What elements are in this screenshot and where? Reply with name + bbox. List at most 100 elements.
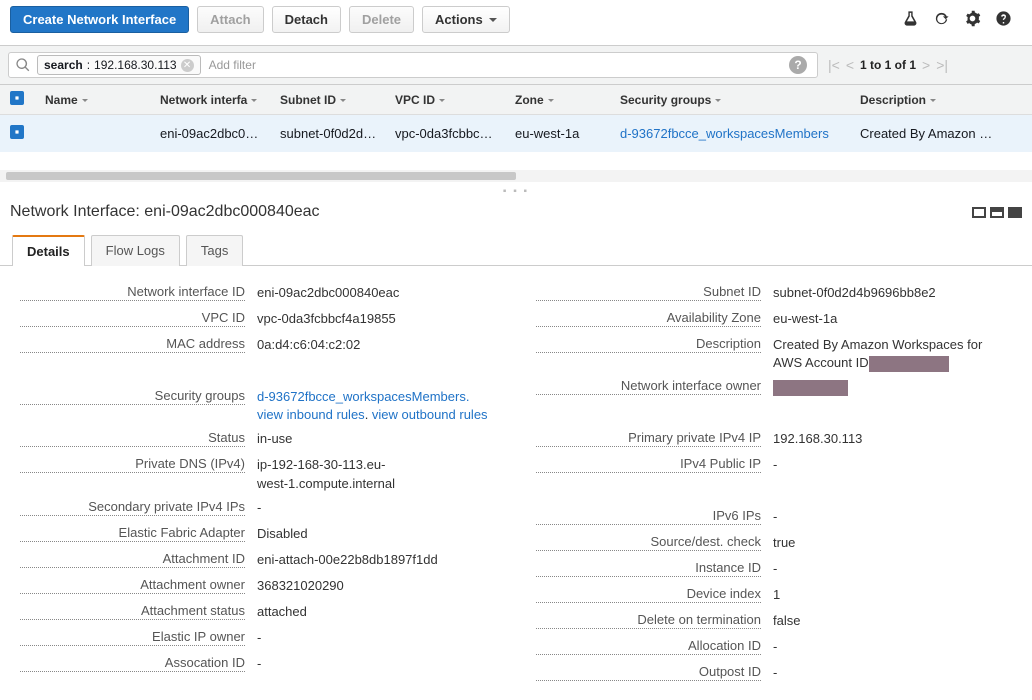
filter-chip-value: 192.168.30.113 xyxy=(94,58,177,72)
l-devidx: Device index xyxy=(536,586,761,603)
redacted-account xyxy=(869,356,949,372)
v-subnet: subnet-0f0d2d4b9696bb8e2 xyxy=(761,284,1012,304)
tab-details[interactable]: Details xyxy=(12,235,85,266)
refresh-icon[interactable] xyxy=(933,10,950,30)
l-eip-owner: Elastic IP owner xyxy=(20,629,245,646)
row-sg-link[interactable]: d-93672fbcce_workspacesMembers xyxy=(620,126,829,141)
table-header: Name Network interfa Subnet ID VPC ID Zo… xyxy=(0,85,1032,115)
v-devidx: 1 xyxy=(761,586,1012,606)
header-eni[interactable]: Network interfa xyxy=(160,93,280,107)
l-eni-id: Network interface ID xyxy=(20,284,245,301)
tab-flowlogs[interactable]: Flow Logs xyxy=(91,235,180,266)
l-vpc: VPC ID xyxy=(20,310,245,327)
v-assoc-id: - xyxy=(245,655,496,675)
flask-icon[interactable] xyxy=(902,10,919,30)
l-subnet: Subnet ID xyxy=(536,284,761,301)
table-row[interactable]: eni-09ac2dbc0… subnet-0f0d2d… vpc-0da3fc… xyxy=(0,115,1032,152)
sg-name-link[interactable]: d-93672fbcce_workspacesMembers. xyxy=(257,389,469,404)
v-delterm: false xyxy=(761,612,1012,632)
create-eni-button[interactable]: Create Network Interface xyxy=(10,6,189,33)
v-pubip: - xyxy=(761,456,1012,476)
v-efa: Disabled xyxy=(245,525,496,545)
pager-info: 1 to 1 of 1 xyxy=(860,58,916,72)
filter-bar: search : 192.168.30.113 ✕ Add filter ? |… xyxy=(0,45,1032,85)
v-mac: 0a:d4:c6:04:c2:02 xyxy=(245,336,496,356)
header-zone[interactable]: Zone xyxy=(515,93,620,107)
detail-left: Network interface IDeni-09ac2dbc000840ea… xyxy=(20,284,496,690)
l-delterm: Delete on termination xyxy=(536,612,761,629)
l-efa: Elastic Fabric Adapter xyxy=(20,525,245,542)
header-check[interactable] xyxy=(10,91,45,108)
filter-input[interactable]: search : 192.168.30.113 ✕ Add filter ? xyxy=(8,52,818,78)
row-sg: d-93672fbcce_workspacesMembers xyxy=(620,126,860,141)
filter-chip-remove[interactable]: ✕ xyxy=(181,59,194,72)
panel-max-icon[interactable] xyxy=(1008,207,1022,218)
pager-next[interactable]: > xyxy=(922,57,930,73)
v-inst: - xyxy=(761,560,1012,580)
pager-last[interactable]: >| xyxy=(936,57,948,73)
toolbar: Create Network Interface Attach Detach D… xyxy=(0,0,1032,45)
l-status: Status xyxy=(20,430,245,447)
header-desc[interactable]: Description xyxy=(860,93,1022,107)
splitter-handle[interactable]: ▪ ▪ ▪ xyxy=(0,186,1032,197)
header-sg[interactable]: Security groups xyxy=(620,93,860,107)
sg-outbound-link[interactable]: view outbound rules xyxy=(372,407,488,422)
tabs: Details Flow Logs Tags xyxy=(0,235,1032,266)
row-subnet: subnet-0f0d2d… xyxy=(280,126,395,141)
v-az: eu-west-1a xyxy=(761,310,1012,330)
panel-layout-icons xyxy=(972,207,1022,218)
detail-grid: Network interface IDeni-09ac2dbc000840ea… xyxy=(0,266,1032,700)
v-eni-id: eni-09ac2dbc000840eac xyxy=(245,284,496,304)
v-attach-status: attached xyxy=(245,603,496,623)
v-alloc: - xyxy=(761,638,1012,658)
l-attach-id: Attachment ID xyxy=(20,551,245,568)
add-filter-placeholder[interactable]: Add filter xyxy=(209,58,789,72)
search-icon xyxy=(15,57,31,73)
filter-help-icon[interactable]: ? xyxy=(789,56,807,74)
settings-icon[interactable] xyxy=(964,10,981,30)
l-desc: Description xyxy=(536,336,761,353)
l-inst: Instance ID xyxy=(536,560,761,577)
header-name[interactable]: Name xyxy=(45,93,160,107)
horizontal-scrollbar[interactable] xyxy=(0,170,1032,182)
filter-chip[interactable]: search : 192.168.30.113 ✕ xyxy=(37,55,201,75)
v-eip-owner: - xyxy=(245,629,496,649)
l-dns: Private DNS (IPv4) xyxy=(20,456,245,473)
filter-chip-sep: : xyxy=(87,58,90,72)
v-owner xyxy=(761,378,1012,398)
help-icon[interactable] xyxy=(995,10,1012,30)
v-ipv6: - xyxy=(761,508,1012,528)
header-vpc[interactable]: VPC ID xyxy=(395,93,515,107)
row-eni: eni-09ac2dbc0… xyxy=(160,126,280,141)
row-zone: eu-west-1a xyxy=(515,126,620,141)
v-status: in-use xyxy=(245,430,496,450)
detail-right: Subnet IDsubnet-0f0d2d4b9696bb8e2 Availa… xyxy=(536,284,1012,690)
l-outpost: Outpost ID xyxy=(536,664,761,681)
l-attach-status: Attachment status xyxy=(20,603,245,620)
l-srcdst: Source/dest. check xyxy=(536,534,761,551)
l-mac: MAC address xyxy=(20,336,245,353)
header-subnet[interactable]: Subnet ID xyxy=(280,93,395,107)
row-check[interactable] xyxy=(10,125,45,142)
filter-chip-key: search xyxy=(44,58,83,72)
l-ipv6: IPv6 IPs xyxy=(536,508,761,525)
row-vpc: vpc-0da3fcbbc… xyxy=(395,126,515,141)
panel-split-icon[interactable] xyxy=(990,207,1004,218)
tab-tags[interactable]: Tags xyxy=(186,235,243,266)
pager: |< < 1 to 1 of 1 > >| xyxy=(828,57,948,73)
l-sec-ip: Secondary private IPv4 IPs xyxy=(20,499,245,516)
detail-title: Network Interface: eni-09ac2dbc000840eac xyxy=(10,203,320,221)
v-srcdst: true xyxy=(761,534,1012,554)
pager-first[interactable]: |< xyxy=(828,57,840,73)
l-alloc: Allocation ID xyxy=(536,638,761,655)
actions-dropdown[interactable]: Actions xyxy=(422,6,510,33)
l-attach-owner: Attachment owner xyxy=(20,577,245,594)
row-desc: Created By Amazon … xyxy=(860,126,1022,141)
pager-prev[interactable]: < xyxy=(846,57,854,73)
v-vpc: vpc-0da3fcbbcf4a19855 xyxy=(245,310,496,330)
sg-inbound-link[interactable]: view inbound rules xyxy=(257,407,365,422)
detach-button[interactable]: Detach xyxy=(272,6,341,33)
l-owner: Network interface owner xyxy=(536,378,761,395)
attach-button: Attach xyxy=(197,6,263,33)
panel-min-icon[interactable] xyxy=(972,207,986,218)
